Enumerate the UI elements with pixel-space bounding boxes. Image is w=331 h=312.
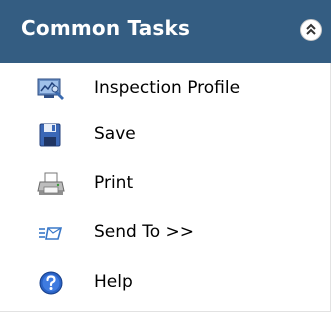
print-icon [37,172,65,195]
collapse-button[interactable] [300,19,322,41]
help-icon [39,271,63,295]
panel-header: Common Tasks [0,0,331,63]
double-chevron-up-icon [306,23,316,35]
panel-title: Common Tasks [21,16,191,40]
task-inspection-profile[interactable]: Inspection Profile [0,65,331,113]
task-label: Inspection Profile [94,78,241,98]
task-label: Save [94,124,136,144]
task-label: Print [94,173,134,193]
task-save[interactable]: Save [0,111,331,159]
task-label: Send To >> [94,222,195,242]
task-print[interactable]: Print [0,160,331,208]
common-tasks-panel: Common Tasks Inspection Profile Save Pri… [0,0,331,312]
task-label: Help [94,272,133,292]
task-send-to[interactable]: Send To >> [0,209,331,257]
inspection-profile-icon [37,78,64,100]
send-to-icon [39,227,63,240]
save-icon [39,123,61,147]
task-help[interactable]: Help [0,259,331,307]
